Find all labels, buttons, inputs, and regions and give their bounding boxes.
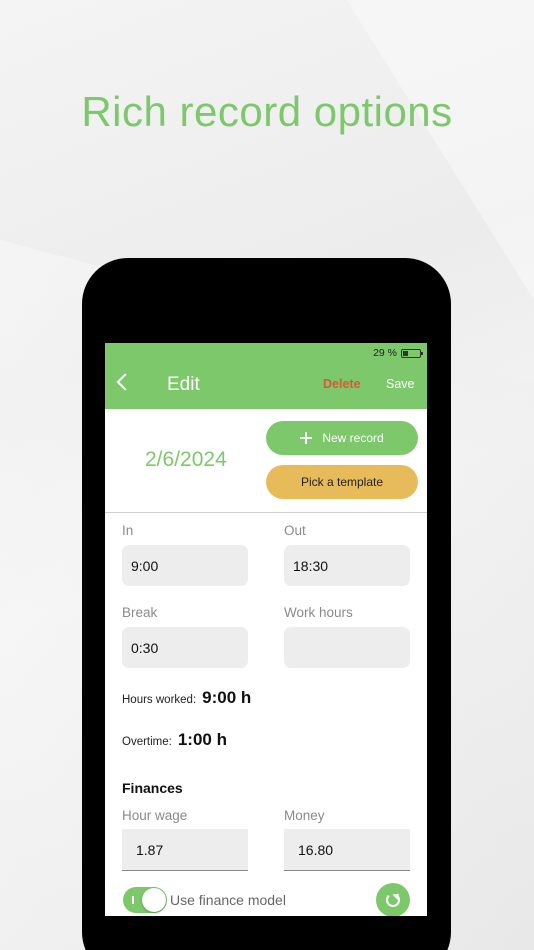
break-label: Break: [122, 605, 158, 620]
toggle-knob: [142, 888, 166, 912]
refresh-icon: [386, 893, 400, 907]
pick-template-button[interactable]: Pick a template: [266, 465, 418, 499]
overtime-value: 1:00 h: [177, 730, 227, 749]
headline: Rich record options: [81, 88, 453, 135]
refresh-button[interactable]: [376, 883, 410, 916]
new-record-label: New record: [322, 431, 384, 445]
back-chevron-icon[interactable]: [116, 373, 134, 391]
save-button[interactable]: Save: [386, 377, 415, 391]
out-label: Out: [284, 523, 306, 538]
app-bar: 29 % Edit Delete Save: [105, 343, 427, 409]
break-field[interactable]: 0:30: [122, 627, 248, 668]
in-label: In: [122, 523, 134, 538]
money-field[interactable]: 16.80: [284, 829, 410, 871]
record-date[interactable]: 2/6/2024: [145, 448, 227, 472]
new-record-button[interactable]: New record: [266, 421, 418, 455]
out-time-field[interactable]: 18:30: [284, 545, 410, 586]
overtime-row: Overtime: 1:00 h: [122, 730, 227, 750]
hour-wage-label: Hour wage: [122, 808, 188, 823]
divider: [105, 512, 427, 513]
battery-icon: [401, 348, 423, 358]
plus-icon: [300, 432, 313, 444]
toggle-on-mark: [132, 896, 134, 904]
finance-model-label: Use finance model: [170, 892, 286, 908]
battery-percent: 29 %: [373, 347, 397, 359]
app-screen: 29 % Edit Delete Save 2/6/2024 New recor…: [105, 343, 427, 916]
money-label: Money: [284, 808, 325, 823]
hours-worked-row: Hours worked: 9:00 h: [122, 688, 251, 708]
background-facet: [346, 0, 534, 300]
overtime-label: Overtime:: [122, 736, 172, 748]
finance-model-toggle[interactable]: [123, 887, 167, 913]
page-title: Edit: [167, 374, 200, 395]
hours-worked-label: Hours worked:: [122, 694, 197, 706]
work-hours-field[interactable]: [284, 627, 410, 668]
hours-worked-value: 9:00 h: [202, 688, 252, 707]
finances-heading: Finances: [122, 780, 183, 796]
work-hours-label: Work hours: [284, 605, 353, 620]
delete-button[interactable]: Delete: [323, 377, 361, 391]
status-bar: 29 %: [373, 346, 423, 360]
in-time-field[interactable]: 9:00: [122, 545, 248, 586]
hour-wage-field[interactable]: 1.87: [122, 829, 248, 871]
